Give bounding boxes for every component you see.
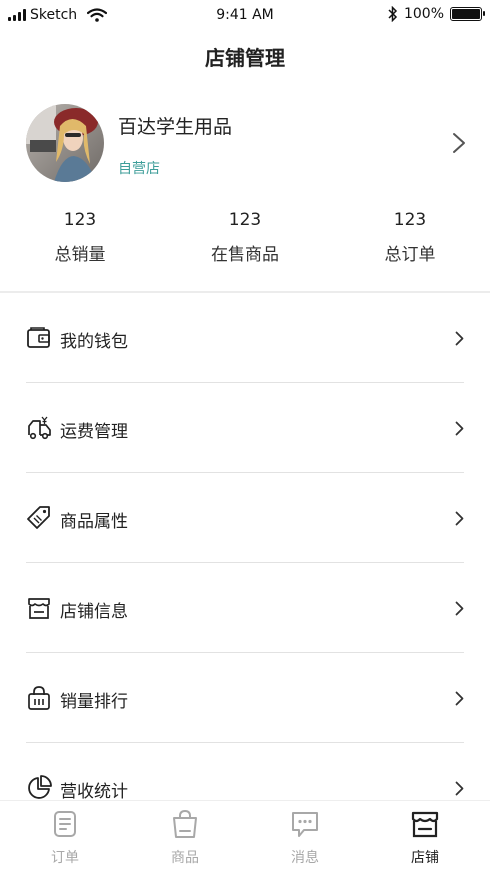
stat-products-on-sale[interactable]: 123 在售商品 — [175, 208, 315, 265]
chevron-right-icon — [455, 511, 464, 526]
stat-total-orders[interactable]: 123 总订单 — [340, 208, 480, 265]
menu-item-label: 店铺信息 — [60, 602, 128, 622]
chevron-right-icon[interactable] — [452, 132, 466, 154]
stat-value: 123 — [393, 210, 427, 230]
menu-item-attributes[interactable]: 商品属性 — [0, 473, 490, 563]
bottom-tab-bar: 订单 商品 消息 店铺 — [0, 800, 490, 877]
storefront-icon — [28, 598, 50, 619]
stat-label: 总订单 — [384, 245, 436, 265]
stat-label: 在售商品 — [211, 245, 279, 265]
menu-list: 我的钱包 运费管理 商品属性 店铺信息 销量排行 营收统计 — [0, 293, 490, 833]
storefront-icon — [411, 811, 439, 838]
chevron-right-icon — [455, 781, 464, 796]
tab-label: 商品 — [171, 850, 199, 866]
battery-percent: 100% — [403, 6, 444, 22]
shopping-bag-icon — [173, 809, 197, 838]
store-name: 百达学生用品 — [118, 116, 233, 138]
pie-chart-icon — [28, 775, 52, 799]
chevron-right-icon — [455, 691, 464, 706]
shopping-basket-icon — [28, 686, 50, 710]
delivery-truck-icon — [28, 416, 51, 440]
tab-label: 订单 — [51, 850, 79, 866]
chevron-right-icon — [455, 421, 464, 436]
tab-label: 消息 — [291, 850, 319, 866]
chevron-right-icon — [455, 331, 464, 346]
status-right: 100% — [388, 6, 485, 22]
menu-item-store-info[interactable]: 店铺信息 — [0, 563, 490, 653]
stat-value: 123 — [63, 210, 97, 230]
wallet-icon — [27, 327, 50, 348]
chat-bubble-icon — [292, 812, 318, 837]
menu-item-label: 我的钱包 — [60, 332, 128, 352]
menu-item-label: 商品属性 — [60, 512, 128, 532]
tab-label: 店铺 — [411, 850, 439, 866]
tab-orders[interactable]: 订单 — [4, 809, 126, 867]
menu-item-label: 营收统计 — [60, 782, 128, 802]
bluetooth-icon — [388, 6, 398, 22]
battery-icon — [450, 7, 485, 21]
store-type-badge: 自营店 — [118, 161, 160, 177]
menu-item-sales-ranking[interactable]: 销量排行 — [0, 653, 490, 743]
store-stats: 123 总销量 123 在售商品 123 总订单 — [0, 208, 490, 278]
store-profile-card[interactable]: 百达学生用品 自营店 — [0, 100, 490, 190]
stat-value: 123 — [228, 210, 262, 230]
order-document-icon — [54, 811, 76, 837]
page-title: 店铺管理 — [205, 46, 285, 70]
store-avatar — [26, 104, 104, 182]
menu-item-label: 销量排行 — [60, 692, 128, 712]
tab-messages[interactable]: 消息 — [244, 809, 366, 867]
stat-label: 总销量 — [54, 245, 106, 265]
price-tag-icon — [27, 506, 50, 529]
menu-item-shipping[interactable]: 运费管理 — [0, 383, 490, 473]
tab-store[interactable]: 店铺 — [364, 809, 486, 867]
status-bar: Sketch 9:41 AM 100% — [0, 0, 490, 30]
tab-products[interactable]: 商品 — [124, 809, 246, 867]
stat-total-sales[interactable]: 123 总销量 — [10, 208, 150, 265]
menu-item-wallet[interactable]: 我的钱包 — [0, 293, 490, 383]
chevron-right-icon — [455, 601, 464, 616]
menu-item-label: 运费管理 — [60, 422, 128, 442]
